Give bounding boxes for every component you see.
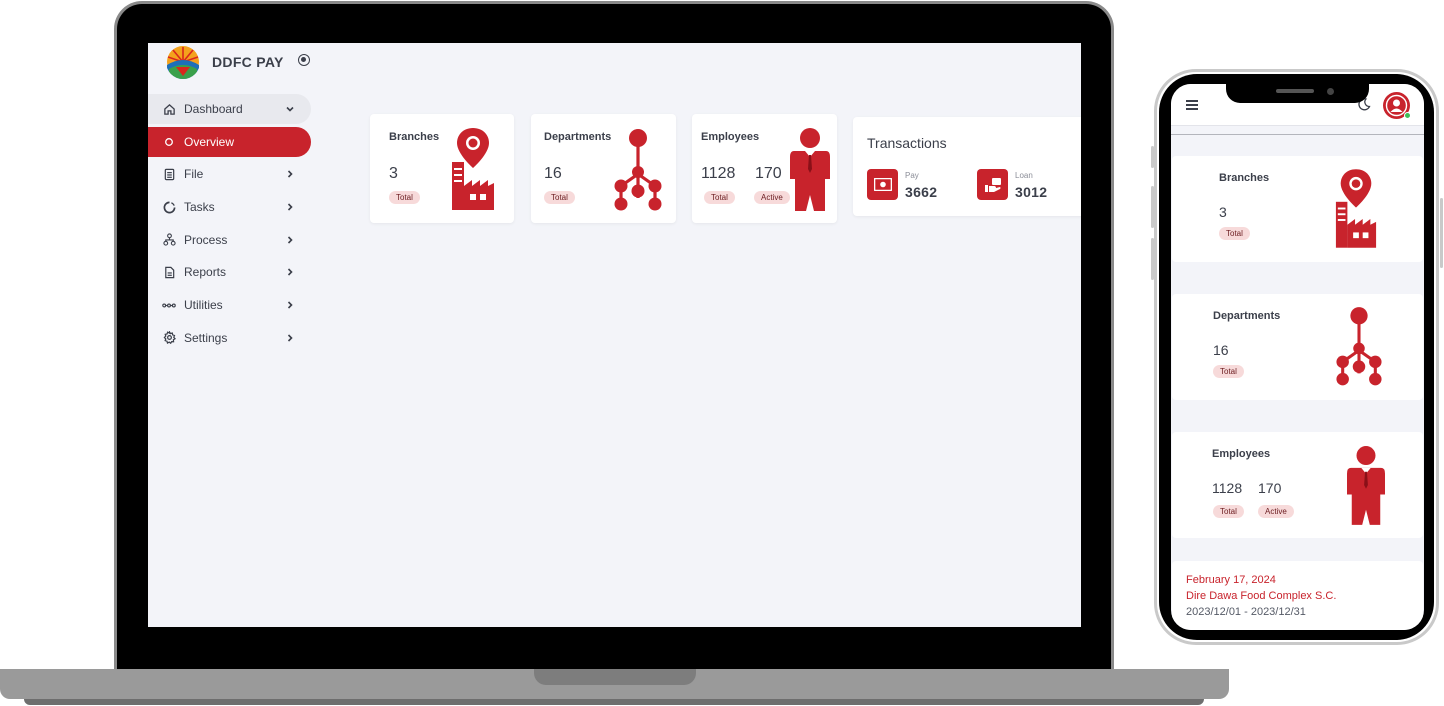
laptop-notch <box>534 669 696 685</box>
sidebar-item-label: Dashboard <box>184 102 243 116</box>
brand: DDFC PAY <box>166 44 284 80</box>
payroll-period: 2023/12/01 - 2023/12/31 <box>1186 606 1306 618</box>
employees-active: 170 <box>1258 480 1282 496</box>
total-badge: Total <box>389 191 420 204</box>
employees-active: 170 <box>755 165 782 182</box>
loan-stat: Loan 3012 <box>977 169 1047 200</box>
sidebar-item-process[interactable]: Process <box>148 225 311 255</box>
brand-name: DDFC PAY <box>212 54 284 70</box>
home-icon <box>162 102 176 116</box>
employees-total: 1128 <box>1212 480 1243 496</box>
circle-icon <box>162 135 176 149</box>
phone-side-button <box>1440 198 1443 268</box>
chevron-down-icon <box>283 102 297 116</box>
employees-card[interactable]: Employees 1128 170 Total Active <box>1172 432 1423 538</box>
active-badge: Active <box>754 191 790 204</box>
chevron-right-icon <box>283 233 297 247</box>
phone-screen: Branches 3 Total Departments 16 Total Em… <box>1171 84 1424 630</box>
spinner-icon <box>162 200 176 214</box>
company-name: Dire Dawa Food Complex S.C. <box>1186 590 1337 602</box>
card-title: Departments <box>544 131 612 143</box>
branches-total: 3 <box>389 165 398 182</box>
chevron-right-icon <box>283 265 297 279</box>
card-title: Employees <box>701 131 760 143</box>
sidebar-nav: Dashboard Overview File Tasks Process Re… <box>148 94 311 356</box>
loan-hand-icon <box>977 169 1008 200</box>
loan-value: 3012 <box>1015 184 1048 200</box>
report-icon <box>162 265 176 279</box>
sidebar-item-dashboard[interactable]: Dashboard <box>148 94 311 124</box>
branches-total: 3 <box>1219 204 1227 220</box>
sidebar-item-tasks[interactable]: Tasks <box>148 192 311 222</box>
company-logo <box>166 45 200 79</box>
card-title: Branches <box>1219 172 1270 184</box>
departments-total: 16 <box>544 165 562 182</box>
chevron-right-icon <box>283 200 297 214</box>
employees-card[interactable]: Employees 1128 170 Total Active <box>692 114 837 223</box>
chevron-right-icon <box>283 167 297 181</box>
total-badge: Total <box>704 191 735 204</box>
sidebar-item-reports[interactable]: Reports <box>148 257 311 287</box>
sidebar-item-label: Overview <box>184 134 235 149</box>
phone-speaker <box>1276 89 1314 93</box>
sidebar-toggle-icon[interactable] <box>298 54 310 66</box>
chevron-right-icon <box>283 331 297 345</box>
departments-card[interactable]: Departments 16 Total <box>531 114 676 223</box>
sidebar-item-label: Reports <box>184 265 227 280</box>
total-badge: Total <box>1213 505 1244 518</box>
active-badge: Active <box>1258 505 1294 518</box>
phone-camera <box>1327 88 1334 95</box>
card-title: Transactions <box>867 135 947 151</box>
employees-total: 1128 <box>701 165 736 182</box>
sidebar-item-label: Settings <box>184 330 228 345</box>
menu-icon[interactable] <box>1186 100 1198 110</box>
transactions-card[interactable]: Transactions Pay 3662 Loan 3012 <box>853 117 1081 216</box>
departments-total: 16 <box>1213 342 1229 358</box>
online-status-dot <box>1404 112 1411 119</box>
current-date: February 17, 2024 <box>1186 574 1276 586</box>
sidebar-item-file[interactable]: File <box>148 159 311 189</box>
departments-card[interactable]: Departments 16 Total <box>1172 294 1423 400</box>
location-factory-icon <box>1334 169 1378 253</box>
sidebar-item-label: Process <box>184 232 228 247</box>
laptop-base-edge <box>24 699 1204 705</box>
location-factory-icon <box>450 128 496 215</box>
pay-stat: Pay 3662 <box>867 169 937 200</box>
process-icon <box>162 233 176 247</box>
money-icon <box>867 169 898 200</box>
sidebar-item-overview[interactable]: Overview <box>148 126 311 157</box>
pay-label: Pay <box>905 171 919 180</box>
org-tree-icon <box>613 128 663 217</box>
employee-icon <box>1347 445 1385 530</box>
file-icon <box>162 167 176 181</box>
card-title: Branches <box>389 131 440 143</box>
total-badge: Total <box>1219 227 1250 240</box>
avatar[interactable] <box>1383 92 1411 119</box>
employee-icon <box>790 127 830 216</box>
sidebar-item-label: Utilities <box>184 298 223 313</box>
card-title: Departments <box>1213 310 1281 322</box>
total-badge: Total <box>1213 365 1244 378</box>
period-info: February 17, 2024 Dire Dawa Food Complex… <box>1172 561 1423 630</box>
device-mockup: DDFC PAY Dashboard Overview File Tasks P… <box>0 0 1444 706</box>
header-divider <box>1171 134 1424 135</box>
branches-card[interactable]: Branches 3 Total <box>370 114 514 223</box>
laptop-screen: DDFC PAY Dashboard Overview File Tasks P… <box>148 43 1081 627</box>
sidebar-item-label: Tasks <box>184 200 215 215</box>
chevron-right-icon <box>283 298 297 312</box>
loan-label: Loan <box>1015 171 1033 180</box>
org-tree-icon <box>1335 306 1383 392</box>
sidebar-item-settings[interactable]: Settings <box>148 323 311 353</box>
gear-icon <box>162 331 176 345</box>
branches-card[interactable]: Branches 3 Total <box>1172 156 1423 262</box>
utilities-icon <box>162 298 176 312</box>
pay-value: 3662 <box>905 184 938 200</box>
card-title: Employees <box>1212 448 1271 460</box>
total-badge: Total <box>544 191 575 204</box>
sidebar-item-utilities[interactable]: Utilities <box>148 290 311 320</box>
sidebar-item-label: File <box>184 167 204 182</box>
